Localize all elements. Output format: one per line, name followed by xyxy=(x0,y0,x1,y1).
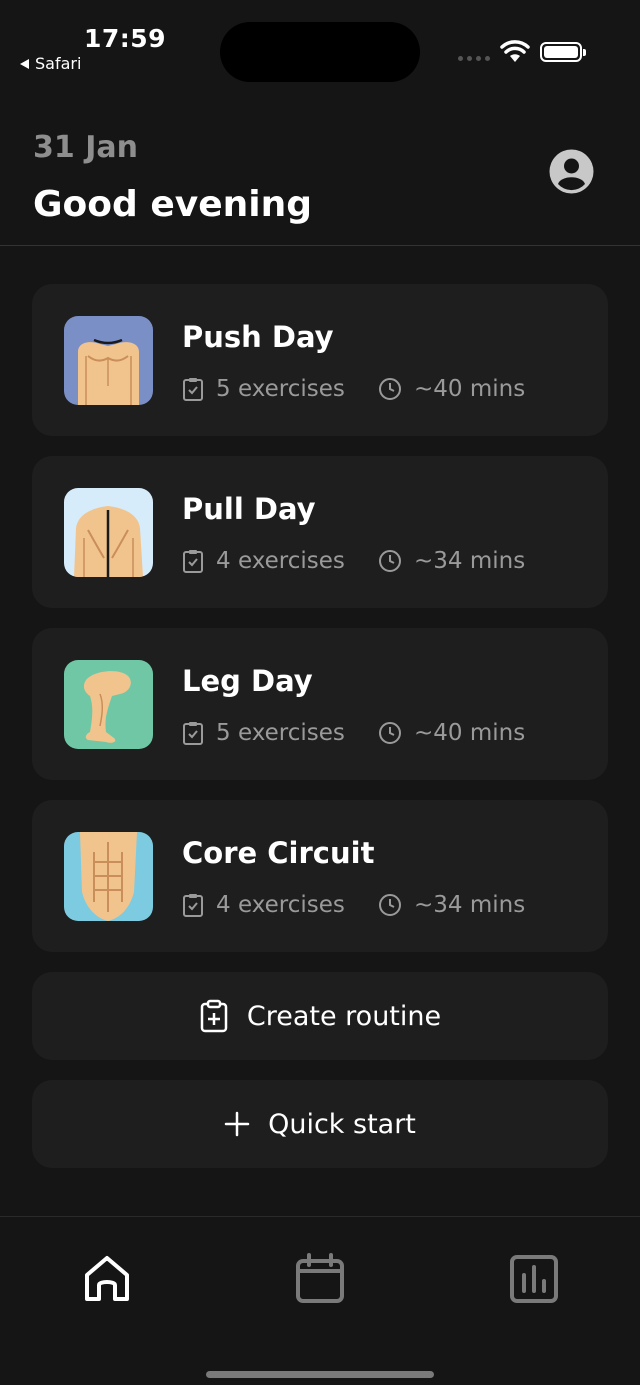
back-arrow-icon xyxy=(20,58,29,69)
header-divider xyxy=(0,245,640,246)
exercise-count: 4 exercises xyxy=(182,548,345,574)
wifi-icon xyxy=(500,40,530,62)
clock-icon xyxy=(379,550,401,572)
clipboard-plus-icon xyxy=(200,999,228,1033)
dynamic-island xyxy=(220,22,420,82)
push-day-thumbnail xyxy=(64,316,153,405)
exercise-count-label: 4 exercises xyxy=(216,892,345,918)
bottom-tab-bar xyxy=(0,1216,640,1385)
exercise-count: 5 exercises xyxy=(182,376,345,402)
routine-title: Core Circuit xyxy=(182,836,375,870)
quick-start-button[interactable]: Quick start xyxy=(32,1080,608,1168)
home-indicator xyxy=(206,1371,434,1378)
create-routine-label: Create routine xyxy=(246,1000,442,1032)
leg-day-thumbnail xyxy=(64,660,153,749)
back-app-label: Safari xyxy=(35,54,82,73)
duration: ~34 mins xyxy=(378,892,525,918)
plus-icon xyxy=(224,1111,250,1137)
back-to-app-link[interactable]: Safari xyxy=(20,54,81,73)
header-date: 31 Jan xyxy=(33,130,138,165)
routine-title: Pull Day xyxy=(182,492,316,526)
create-routine-button[interactable]: Create routine xyxy=(32,972,608,1060)
exercise-count: 5 exercises xyxy=(182,720,345,746)
routine-title: Leg Day xyxy=(182,664,313,698)
clipboard-check-icon xyxy=(183,550,203,573)
routine-card-pull-day[interactable]: Pull Day 4 exercises ~34 mins xyxy=(32,456,608,608)
core-circuit-thumbnail xyxy=(64,832,153,921)
calendar-icon[interactable] xyxy=(294,1253,346,1305)
duration: ~40 mins xyxy=(378,720,525,746)
routine-card-core-circuit[interactable]: Core Circuit 4 exercises ~34 mins xyxy=(32,800,608,952)
duration-label: ~34 mins xyxy=(414,892,526,918)
greeting-title: Good evening xyxy=(33,184,312,225)
quick-start-label: Quick start xyxy=(268,1108,416,1140)
exercise-count-label: 5 exercises xyxy=(216,376,345,402)
duration-label: ~40 mins xyxy=(414,720,526,746)
routine-card-leg-day[interactable]: Leg Day 5 exercises ~40 mins xyxy=(32,628,608,780)
battery-icon xyxy=(540,42,586,62)
clock-icon xyxy=(379,722,401,744)
exercise-count: 4 exercises xyxy=(182,892,345,918)
exercise-count-label: 4 exercises xyxy=(216,548,345,574)
routine-card-push-day[interactable]: Push Day 5 exercises ~40 mins xyxy=(32,284,608,436)
duration-label: ~34 mins xyxy=(414,548,526,574)
clock-icon xyxy=(379,378,401,400)
pull-day-thumbnail xyxy=(64,488,153,577)
clock-icon xyxy=(379,894,401,916)
status-time: 17:59 xyxy=(84,24,167,53)
home-icon[interactable] xyxy=(81,1253,133,1305)
duration-label: ~40 mins xyxy=(414,376,526,402)
stats-icon[interactable] xyxy=(508,1253,560,1305)
exercise-count-label: 5 exercises xyxy=(216,720,345,746)
clipboard-check-icon xyxy=(183,722,203,745)
clipboard-check-icon xyxy=(183,378,203,401)
status-bar: 17:59 Safari xyxy=(0,0,640,100)
duration: ~40 mins xyxy=(378,376,525,402)
duration: ~34 mins xyxy=(378,548,525,574)
cellular-signal-icon xyxy=(458,56,490,61)
clipboard-check-icon xyxy=(183,894,203,917)
profile-avatar-icon[interactable] xyxy=(549,149,594,194)
routine-title: Push Day xyxy=(182,320,334,354)
